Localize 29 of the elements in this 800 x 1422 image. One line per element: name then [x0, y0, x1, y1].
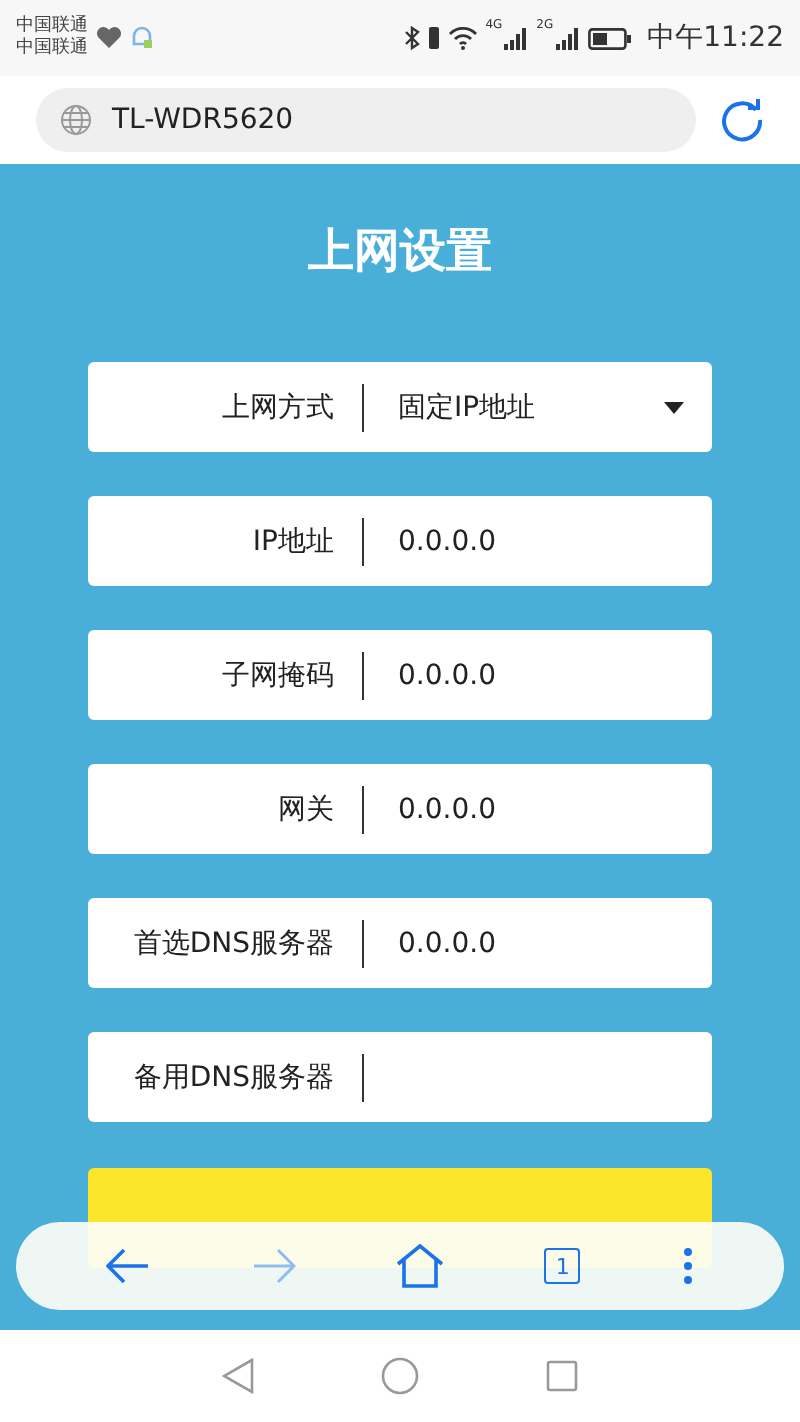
battery-icon — [587, 27, 632, 49]
back-nav-icon[interactable] — [222, 1358, 255, 1394]
bluetooth-icon — [403, 26, 420, 50]
heart-icon — [96, 26, 122, 50]
input-field[interactable]: 子网掩码 0.0.0.0 — [88, 630, 712, 720]
tabs-button[interactable]: 1 — [544, 1248, 581, 1284]
home-button[interactable] — [395, 1244, 444, 1288]
back-button[interactable] — [106, 1248, 151, 1284]
vibrate-icon — [427, 26, 440, 50]
signal-icon — [504, 27, 529, 49]
input-field[interactable]: 网关 0.0.0.0 — [88, 764, 712, 854]
clock-time: 中午11:22 — [647, 20, 784, 56]
bell-icon — [130, 24, 154, 52]
carrier-name: 中国联通 — [16, 38, 88, 60]
input-field[interactable]: IP地址 0.0.0.0 — [88, 496, 712, 586]
signal-icon — [555, 27, 580, 49]
refresh-icon[interactable] — [720, 98, 764, 142]
carrier-name: 中国联通 — [16, 16, 88, 37]
globe-icon — [60, 104, 92, 136]
page-title: 上网设置 — [308, 224, 492, 282]
select-field[interactable]: 上网方式 固定IP地址 — [88, 362, 712, 452]
input-field[interactable]: 首选DNS服务器 0.0.0.0 — [88, 898, 712, 988]
input-field[interactable]: 备用DNS服务器 — [88, 1032, 712, 1122]
home-nav-icon[interactable] — [379, 1356, 420, 1396]
caret-icon — [664, 401, 684, 413]
wifi-icon — [447, 26, 478, 50]
menu-button[interactable] — [681, 1246, 694, 1286]
address-bar[interactable]: TL-WDR5620 — [36, 88, 696, 152]
recents-nav-icon[interactable] — [545, 1360, 578, 1392]
